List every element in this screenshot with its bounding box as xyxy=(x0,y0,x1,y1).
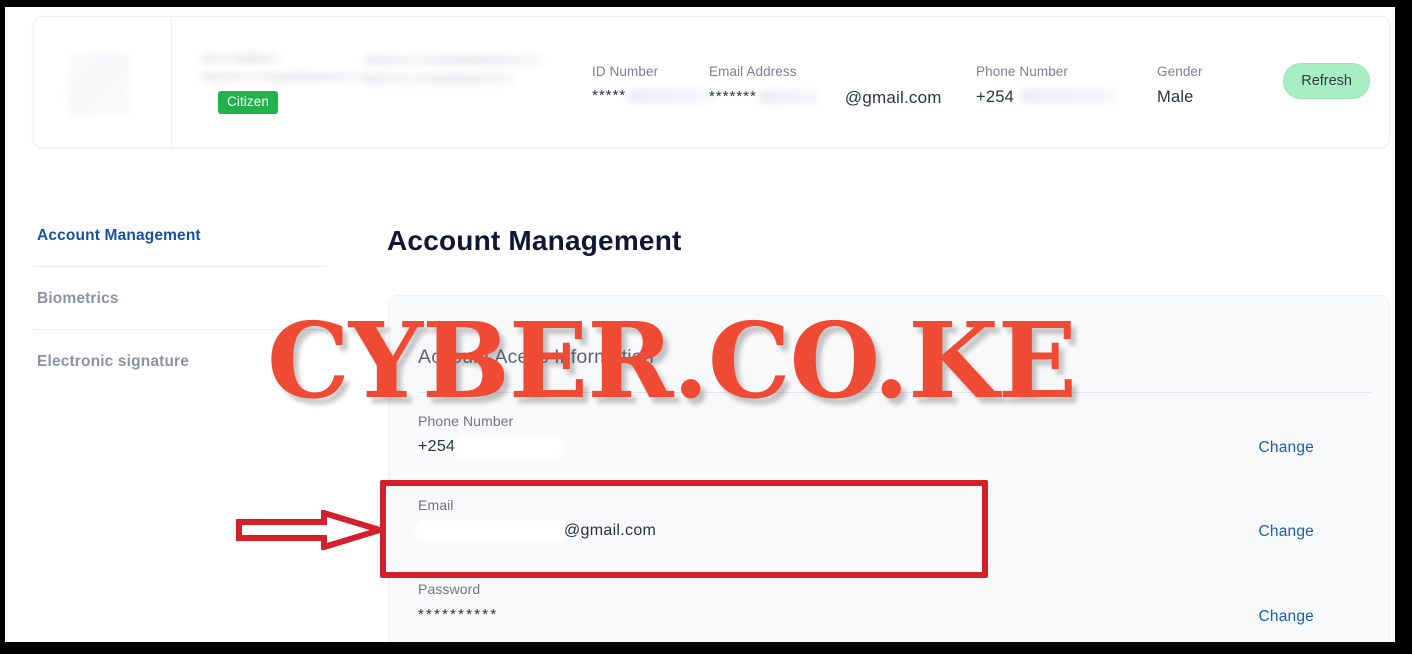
sidebar-item-label: Account Management xyxy=(37,227,201,244)
field-value: Male xyxy=(1157,88,1194,106)
profile-detail-block xyxy=(364,55,542,84)
change-password-link[interactable]: Change xyxy=(1259,608,1315,626)
sidebar-item-biometrics[interactable]: Biometrics xyxy=(33,267,326,330)
field-label: Phone Number xyxy=(976,64,1069,79)
profile-field-gender: Gender Male xyxy=(1157,64,1203,107)
row-value: +254 xyxy=(418,438,1372,456)
profile-field-email-address: Email Address ******* @gmail.com xyxy=(709,64,942,108)
page-title: Account Management xyxy=(387,225,682,256)
row-password: Password ********** Change xyxy=(418,581,1372,642)
row-email: Email @gmail.com Change xyxy=(418,497,1372,581)
field-value: ******* @gmail.com xyxy=(709,88,942,108)
change-phone-link[interactable]: Change xyxy=(1259,439,1315,457)
redacted-id-rest xyxy=(628,89,715,103)
row-value: ********** xyxy=(418,606,1372,623)
profile-field-phone-number: Phone Number +254 xyxy=(976,64,1116,107)
account-access-card: Account Acess Information Phone Number +… xyxy=(388,295,1390,642)
field-value: +254 xyxy=(976,88,1116,107)
redacted-phone-digits xyxy=(458,438,561,456)
field-value: ***** xyxy=(592,87,715,106)
masked-id-value: ***** xyxy=(592,87,627,104)
email-domain: @gmail.com xyxy=(844,88,942,107)
row-phone-number: Phone Number +254 Change xyxy=(418,413,1372,497)
email-value-text: @gmail.com xyxy=(564,522,657,539)
field-label: Email Address xyxy=(709,64,797,79)
sidebar-item-label: Biometrics xyxy=(37,290,119,307)
profile-summary-card: Citizen ID Number ***** Email Address **… xyxy=(33,16,1390,148)
redacted-email-local xyxy=(418,522,564,540)
screenshot-frame: Citizen ID Number ***** Email Address **… xyxy=(0,0,1412,654)
sidebar-item-electronic-signature[interactable]: Electronic signature xyxy=(33,330,326,392)
change-email-link[interactable]: Change xyxy=(1259,523,1315,541)
phone-prefix: +254 xyxy=(976,88,1014,106)
section-title: Account Acess Information xyxy=(418,346,654,368)
refresh-button[interactable]: Refresh xyxy=(1283,63,1370,99)
row-value: @gmail.com xyxy=(418,522,1372,540)
sidebar-item-label: Electronic signature xyxy=(37,353,190,370)
section-divider xyxy=(418,392,1372,393)
sidebar-item-account-management[interactable]: Account Management xyxy=(33,222,326,267)
avatar-slot xyxy=(34,17,172,147)
status-badge: Citizen xyxy=(218,91,278,114)
pointer-arrow-icon xyxy=(236,508,391,552)
settings-sidebar: Account Management Biometrics Electronic… xyxy=(33,222,326,392)
profile-field-id-number: ID Number ***** xyxy=(592,64,715,106)
field-label: ID Number xyxy=(592,64,659,79)
row-label: Email xyxy=(418,497,454,513)
redacted-detail-2 xyxy=(364,74,514,84)
page-content: Citizen ID Number ***** Email Address **… xyxy=(5,7,1395,642)
password-masked-value: ********** xyxy=(418,606,499,623)
redacted-subtitle xyxy=(202,72,370,82)
masked-email-value: ******* xyxy=(709,88,757,105)
phone-value-text: +254 xyxy=(418,438,456,455)
redacted-email-rest xyxy=(758,90,819,104)
row-label: Password xyxy=(418,581,481,597)
field-label: Gender xyxy=(1157,64,1203,79)
avatar xyxy=(68,53,130,115)
redacted-phone-rest xyxy=(1019,89,1116,103)
redacted-name xyxy=(202,53,280,64)
row-label: Phone Number xyxy=(418,413,514,429)
redacted-detail-1 xyxy=(364,55,542,66)
